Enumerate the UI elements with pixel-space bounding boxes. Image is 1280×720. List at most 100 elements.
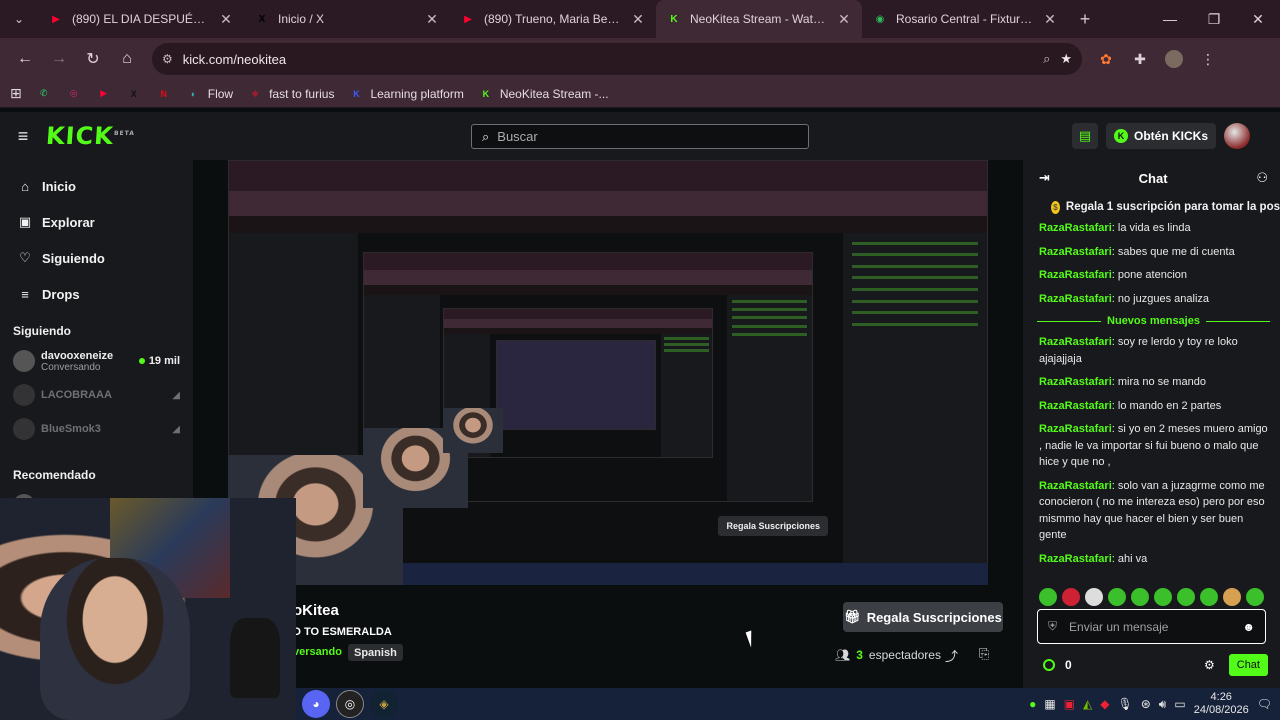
tray-calc-icon[interactable]: ▦ — [1044, 697, 1055, 711]
chat-username[interactable]: RazaRastafari — [1039, 423, 1112, 435]
sidebar-item-inicio[interactable]: ⌂ Inicio — [0, 168, 193, 204]
browser-menu-icon[interactable]: ⋮ — [1194, 45, 1222, 73]
back-button[interactable]: ← — [8, 42, 42, 76]
language-tag[interactable]: Spanish — [348, 644, 403, 661]
chat-username[interactable]: RazaRastafari — [1039, 293, 1112, 305]
tab-close-icon[interactable]: ✕ — [424, 11, 440, 28]
bookmark-item[interactable]: ▶ — [96, 86, 112, 102]
stream-category[interactable]: versando — [293, 646, 342, 658]
obs-icon[interactable]: ◎ — [336, 690, 364, 718]
bookmark-item[interactable]: N — [156, 86, 172, 102]
bookmark-item[interactable]: ◆ fast to furius — [247, 86, 335, 102]
new-tab-button[interactable]: + — [1068, 9, 1102, 30]
chat-send-button[interactable]: Chat — [1228, 654, 1268, 676]
bookmark-item[interactable]: ◐ Flow — [186, 86, 233, 102]
reload-button[interactable]: ↻ — [76, 42, 110, 76]
steelseries-icon[interactable]: ⊛ — [1141, 697, 1151, 711]
url-bar[interactable]: ⚙ kick.com/neokitea ⌕ ★ — [152, 43, 1082, 75]
chat-username[interactable]: RazaRastafari — [1039, 336, 1112, 348]
profile-avatar-icon[interactable] — [1160, 45, 1188, 73]
apps-grid-icon[interactable]: ⊞ — [10, 85, 22, 102]
display-icon[interactable]: ▭ — [1174, 697, 1185, 711]
sidebar-item-drops[interactable]: ≡ Drops — [0, 276, 193, 312]
following-channel[interactable]: davooxeneize Conversando 19 mil — [0, 344, 193, 378]
tray-red-icon[interactable]: ▣ — [1064, 697, 1075, 711]
restore-icon[interactable]: ❐ — [1192, 0, 1236, 38]
tab-close-icon[interactable]: ✕ — [1042, 11, 1058, 28]
menu-hamburger-icon[interactable]: ≡ — [0, 126, 46, 147]
tray-nvidia-icon[interactable]: ◭ — [1083, 697, 1092, 711]
chat-username[interactable]: RazaRastafari — [1039, 480, 1112, 492]
emote-icon[interactable] — [1223, 588, 1241, 606]
minimize-icon[interactable]: — — [1148, 0, 1192, 38]
discord-icon[interactable]: ◕ — [302, 690, 330, 718]
following-channel[interactable]: BlueSmok3 ◢ — [0, 412, 193, 446]
pinned-gift-message[interactable]: $ Regala 1 suscripción para tomar la pos — [1023, 196, 1280, 218]
forward-button[interactable]: → — [42, 42, 76, 76]
extensions-puzzle-icon[interactable]: ✚ — [1126, 45, 1154, 73]
notifications-icon[interactable]: 🗨︎ — [1257, 697, 1272, 711]
sidebar-item-explorar[interactable]: ▣ Explorar — [0, 204, 193, 240]
user-avatar[interactable] — [1224, 123, 1250, 149]
bookmark-item[interactable]: ◎ — [66, 86, 82, 102]
emote-icon[interactable] — [1246, 588, 1264, 606]
tab-search-button[interactable]: ⌄ — [0, 0, 38, 38]
emote-icon[interactable] — [1062, 588, 1080, 606]
browser-tab[interactable]: ◉ Rosario Central - Fixture, Títulos ✕ — [862, 0, 1068, 38]
browser-tab[interactable]: ▶ (890) EL DIA DESPUÉS DE HABLAR ✕ — [38, 0, 244, 38]
tab-close-icon[interactable]: ✕ — [218, 11, 234, 28]
mic-icon[interactable]: 🎙︎ — [1118, 697, 1133, 711]
chat-username[interactable]: RazaRastafari — [1039, 376, 1112, 388]
following-channel[interactable]: LACOBRAAA ◢ — [0, 378, 193, 412]
channel-name[interactable]: oKitea — [293, 602, 339, 619]
obtain-kicks-button[interactable]: K Obtén KICKs — [1105, 123, 1216, 149]
emote-icon[interactable] — [1039, 588, 1057, 606]
emote-icon[interactable] — [1154, 588, 1172, 606]
bookmark-item[interactable]: ✆ — [36, 86, 52, 102]
browser-tab[interactable]: X Inicio / X ✕ — [244, 0, 450, 38]
share-icon[interactable]: ⤴ — [945, 646, 958, 665]
bookmark-item[interactable]: K Learning platform — [348, 86, 464, 102]
bookmark-star-icon[interactable]: ★ — [1060, 51, 1072, 67]
collapse-chat-icon[interactable]: ⇥ — [1039, 170, 1050, 186]
tray-defender-icon[interactable]: ◆ — [1100, 697, 1109, 711]
emoji-icon[interactable]: ☻ — [1242, 620, 1255, 634]
emote-icon[interactable] — [1108, 588, 1126, 606]
site-info-icon[interactable]: ⚙ — [162, 52, 173, 66]
kick-logo[interactable]: KICKBETA — [45, 122, 136, 150]
chat-username[interactable]: RazaRastafari — [1039, 246, 1112, 258]
chat-users-icon[interactable]: ⚇ — [1256, 170, 1268, 186]
tab-close-icon[interactable]: ✕ — [630, 11, 646, 28]
search-input[interactable]: ⌕ Buscar — [471, 124, 809, 149]
close-window-icon[interactable]: ✕ — [1236, 0, 1280, 38]
emote-icon[interactable] — [1200, 588, 1218, 606]
viewers-label: espectadores — [868, 648, 941, 662]
studio-icon[interactable]: ▤ — [1071, 123, 1098, 149]
clock[interactable]: 4:26 24/08/2026 — [1194, 691, 1249, 717]
chat-settings-icon[interactable]: ⚙ — [1204, 658, 1215, 672]
browser-tab[interactable]: K NeoKitea Stream - Watch Live ✕ — [656, 0, 862, 38]
gift-subscriptions-button[interactable]: 🎁︎ Regala Suscripciones — [843, 602, 1003, 632]
video-player[interactable]: Regala Suscripciones — [228, 160, 988, 585]
chat-input[interactable]: ⛨ Enviar un mensaje ☻ — [1037, 609, 1266, 644]
emote-icon[interactable] — [1131, 588, 1149, 606]
sidebar-item-siguiendo[interactable]: ♡ Siguiendo — [0, 240, 193, 276]
zoom-icon[interactable]: ⌕ — [1043, 51, 1050, 67]
chat-username[interactable]: RazaRastafari — [1039, 269, 1112, 281]
clip-icon[interactable]: ⎘ — [979, 646, 989, 662]
bookmark-item[interactable]: X — [126, 86, 142, 102]
tray-green-icon[interactable]: ● — [1029, 697, 1036, 711]
volume-icon[interactable]: 🔊︎ — [1159, 697, 1167, 712]
chat-username[interactable]: RazaRastafari — [1039, 222, 1112, 234]
league-icon[interactable]: ◈ — [370, 690, 398, 718]
extension-fox-icon[interactable]: ✿ — [1092, 45, 1120, 73]
tab-close-icon[interactable]: ✕ — [836, 11, 852, 28]
chat-username[interactable]: RazaRastafari — [1039, 553, 1112, 565]
shield-icon[interactable]: ⛨ — [1048, 619, 1057, 634]
bookmark-item[interactable]: K NeoKitea Stream -... — [478, 86, 609, 102]
emote-icon[interactable] — [1177, 588, 1195, 606]
home-button[interactable]: ⌂ — [110, 42, 144, 76]
chat-username[interactable]: RazaRastafari — [1039, 400, 1112, 412]
browser-tab[interactable]: ▶ (890) Trueno, Maria Becerra ✕ — [450, 0, 656, 38]
emote-icon[interactable] — [1085, 588, 1103, 606]
